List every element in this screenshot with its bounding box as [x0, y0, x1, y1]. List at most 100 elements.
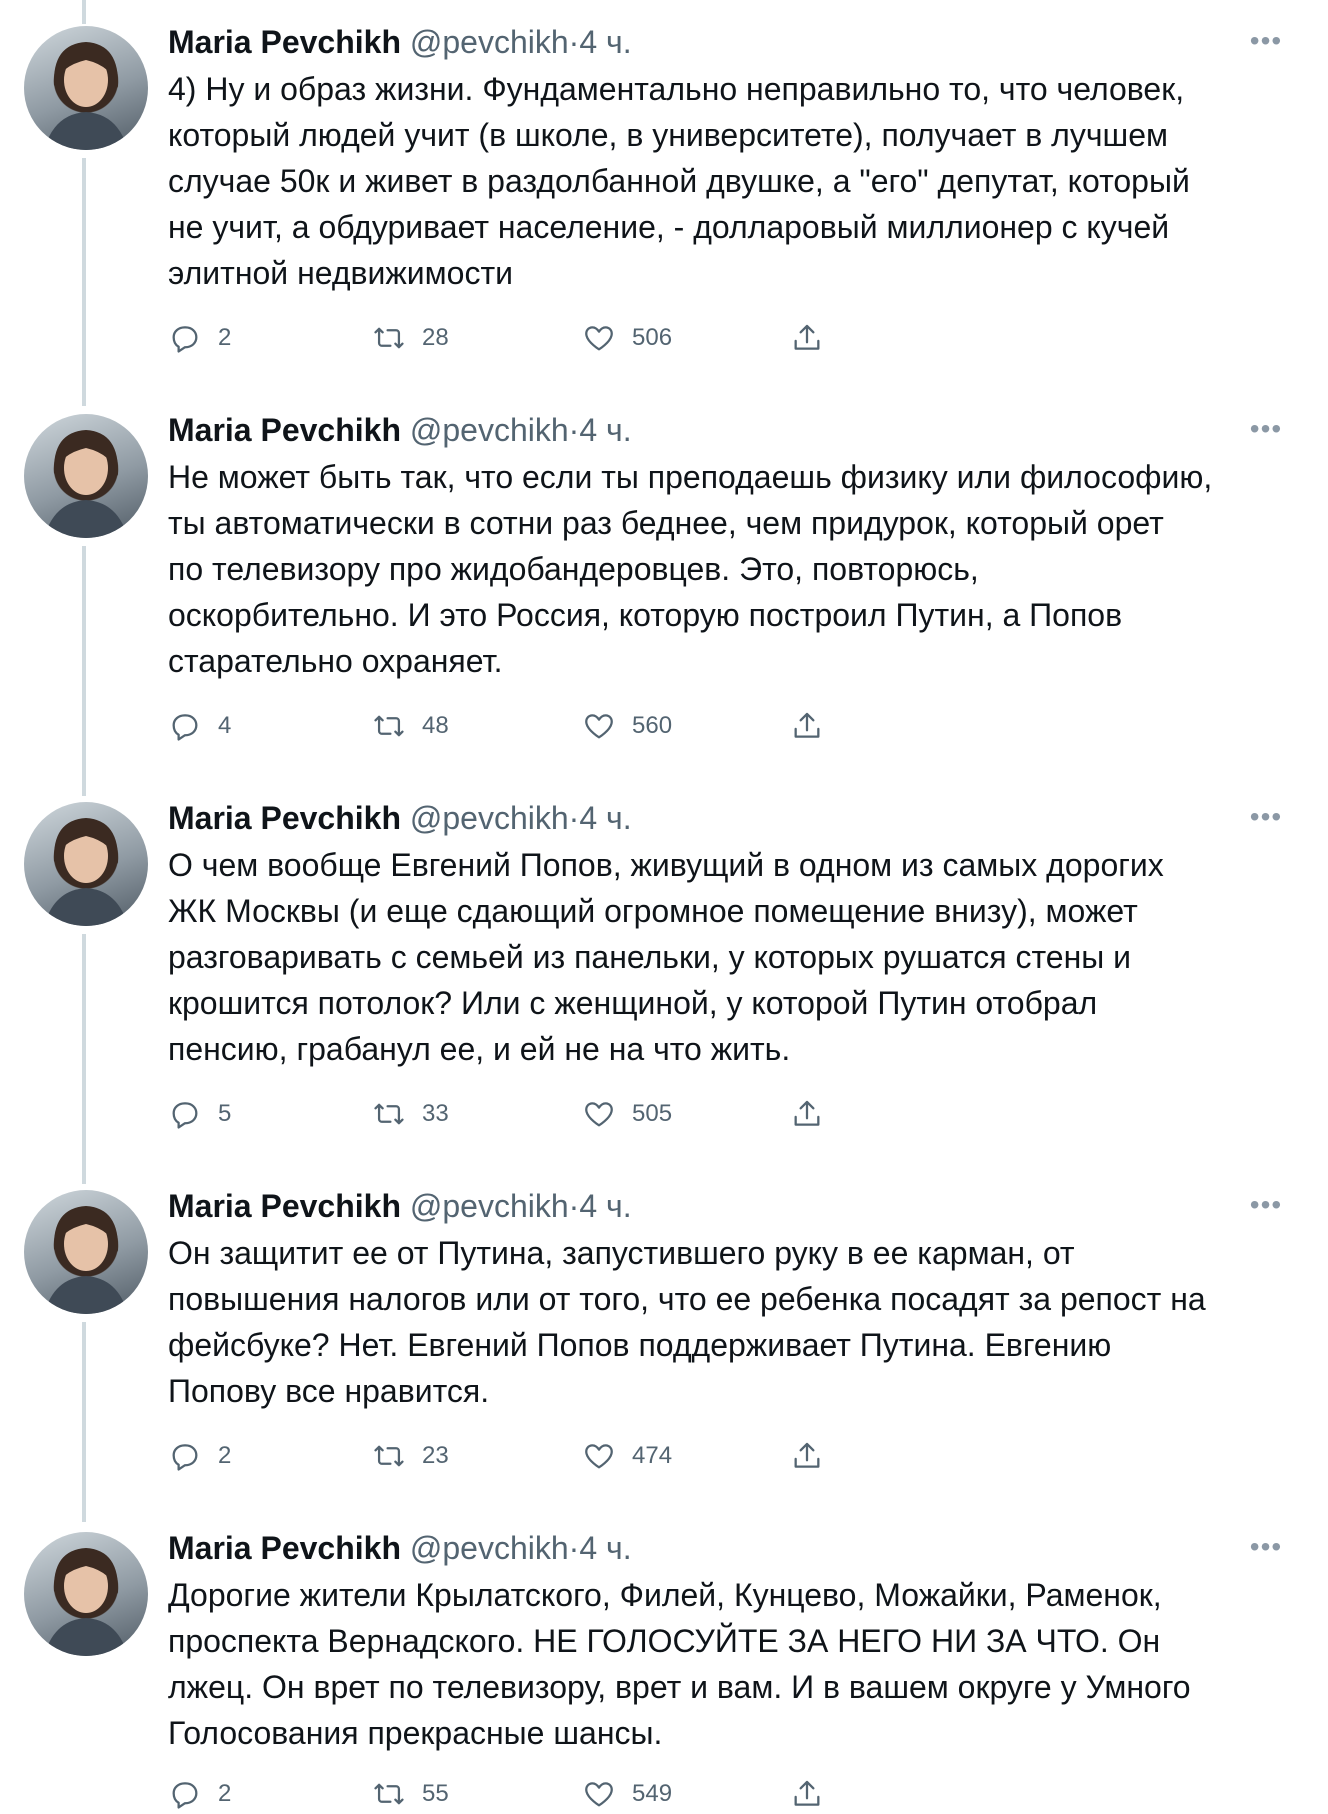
like-button[interactable]: 474: [582, 1436, 672, 1476]
author-handle[interactable]: @pevchikh: [410, 412, 569, 448]
tweet-header: Maria Pevchikh @pevchikh·4 ч.: [168, 1528, 632, 1568]
like-count: 505: [632, 1100, 673, 1127]
more-options-icon[interactable]: •••: [1246, 26, 1286, 56]
retweet-button[interactable]: 23: [372, 1436, 449, 1476]
like-button[interactable]: 549: [582, 1774, 672, 1814]
tweet-text: Не может быть так, что если ты преподаеш…: [168, 459, 1213, 679]
reply-count: 2: [218, 324, 232, 351]
tweet-text: О чем вообще Евгений Попов, живущий в од…: [168, 847, 1164, 1067]
thread-line: [82, 1322, 86, 1522]
speech-bubble-icon: [172, 1444, 198, 1471]
upload-share-icon: [794, 1100, 820, 1126]
retweet-count: 55: [422, 1780, 449, 1807]
share-button[interactable]: [790, 706, 824, 746]
reply-button[interactable]: 2: [168, 1774, 231, 1814]
speech-bubble-icon: [172, 326, 198, 353]
share-button[interactable]: [790, 1094, 824, 1134]
like-button[interactable]: 505: [582, 1094, 672, 1134]
like-count: 560: [632, 712, 673, 739]
share-button[interactable]: [790, 1774, 824, 1814]
reply-count: 2: [218, 1780, 232, 1807]
like-button[interactable]: 560: [582, 706, 672, 746]
thread-line: [82, 546, 86, 796]
timestamp[interactable]: 4 ч.: [579, 800, 631, 836]
reply-button[interactable]: 2: [168, 318, 231, 358]
upload-share-icon: [794, 1442, 820, 1468]
heart-icon: [585, 1782, 613, 1807]
more-options-icon[interactable]: •••: [1246, 802, 1286, 832]
author-handle[interactable]: @pevchikh: [410, 800, 569, 836]
avatar[interactable]: [24, 26, 148, 150]
author-handle[interactable]: @pevchikh: [410, 24, 569, 60]
tweet-text: Дорогие жители Крылатского, Филей, Кунце…: [168, 1577, 1191, 1751]
retweet-count: 33: [422, 1100, 449, 1127]
author-handle[interactable]: @pevchikh: [410, 1530, 569, 1566]
heart-icon: [585, 1102, 613, 1127]
thread-line: [82, 0, 86, 24]
thread-line: [82, 934, 86, 1184]
thread-line: [82, 158, 86, 406]
like-button[interactable]: 506: [582, 318, 672, 358]
share-button[interactable]: [790, 318, 824, 358]
upload-share-icon: [794, 324, 820, 350]
avatar[interactable]: [24, 802, 148, 926]
like-count: 506: [632, 324, 673, 351]
heart-icon: [585, 326, 613, 351]
avatar[interactable]: [24, 414, 148, 538]
author-name[interactable]: Maria Pevchikh: [168, 412, 401, 448]
reply-count: 2: [218, 1442, 232, 1469]
heart-icon: [585, 1444, 613, 1469]
share-button[interactable]: [790, 1436, 824, 1476]
separator: ·: [568, 1188, 580, 1224]
reply-button[interactable]: 5: [168, 1094, 231, 1134]
retweet-arrows-icon: [374, 327, 404, 349]
speech-bubble-icon: [172, 714, 198, 741]
retweet-arrows-icon: [374, 715, 404, 737]
separator: ·: [568, 24, 580, 60]
retweet-button[interactable]: 28: [372, 318, 449, 358]
timestamp[interactable]: 4 ч.: [579, 412, 631, 448]
author-handle[interactable]: @pevchikh: [410, 1188, 569, 1224]
timestamp[interactable]: 4 ч.: [579, 1188, 631, 1224]
avatar[interactable]: [24, 1532, 148, 1656]
retweet-arrows-icon: [374, 1445, 404, 1467]
retweet-arrows-icon: [374, 1783, 404, 1805]
tweet-header: Maria Pevchikh @pevchikh·4 ч.: [168, 798, 632, 838]
like-count: 474: [632, 1442, 673, 1469]
retweet-button[interactable]: 48: [372, 706, 449, 746]
more-options-icon[interactable]: •••: [1246, 414, 1286, 444]
separator: ·: [568, 800, 580, 836]
retweet-arrows-icon: [374, 1103, 404, 1125]
tweet-header: Maria Pevchikh @pevchikh·4 ч.: [168, 410, 632, 450]
reply-count: 5: [218, 1100, 232, 1127]
timestamp[interactable]: 4 ч.: [579, 1530, 631, 1566]
author-name[interactable]: Maria Pevchikh: [168, 1530, 401, 1566]
author-name[interactable]: Maria Pevchikh: [168, 800, 401, 836]
more-options-icon[interactable]: •••: [1246, 1532, 1286, 1562]
tweet-text: Он защитит ее от Путина, запустившего ру…: [168, 1235, 1206, 1409]
reply-button[interactable]: 4: [168, 706, 231, 746]
speech-bubble-icon: [172, 1102, 198, 1129]
author-name[interactable]: Maria Pevchikh: [168, 1188, 401, 1224]
retweet-count: 48: [422, 712, 449, 739]
upload-share-icon: [794, 712, 820, 738]
like-count: 549: [632, 1780, 673, 1807]
heart-icon: [585, 714, 613, 739]
reply-count: 4: [218, 712, 232, 739]
speech-bubble-icon: [172, 1782, 198, 1809]
retweet-button[interactable]: 33: [372, 1094, 449, 1134]
retweet-count: 23: [422, 1442, 449, 1469]
author-name[interactable]: Maria Pevchikh: [168, 24, 401, 60]
tweet-header: Maria Pevchikh @pevchikh·4 ч.: [168, 22, 632, 62]
upload-share-icon: [794, 1780, 820, 1806]
separator: ·: [568, 412, 580, 448]
separator: ·: [568, 1530, 580, 1566]
avatar[interactable]: [24, 1190, 148, 1314]
timestamp[interactable]: 4 ч.: [579, 24, 631, 60]
tweet-text: 4) Ну и образ жизни. Фундаментально непр…: [168, 71, 1190, 291]
retweet-count: 28: [422, 324, 449, 351]
tweet-header: Maria Pevchikh @pevchikh·4 ч.: [168, 1186, 632, 1226]
reply-button[interactable]: 2: [168, 1436, 231, 1476]
more-options-icon[interactable]: •••: [1246, 1190, 1286, 1220]
retweet-button[interactable]: 55: [372, 1774, 449, 1814]
